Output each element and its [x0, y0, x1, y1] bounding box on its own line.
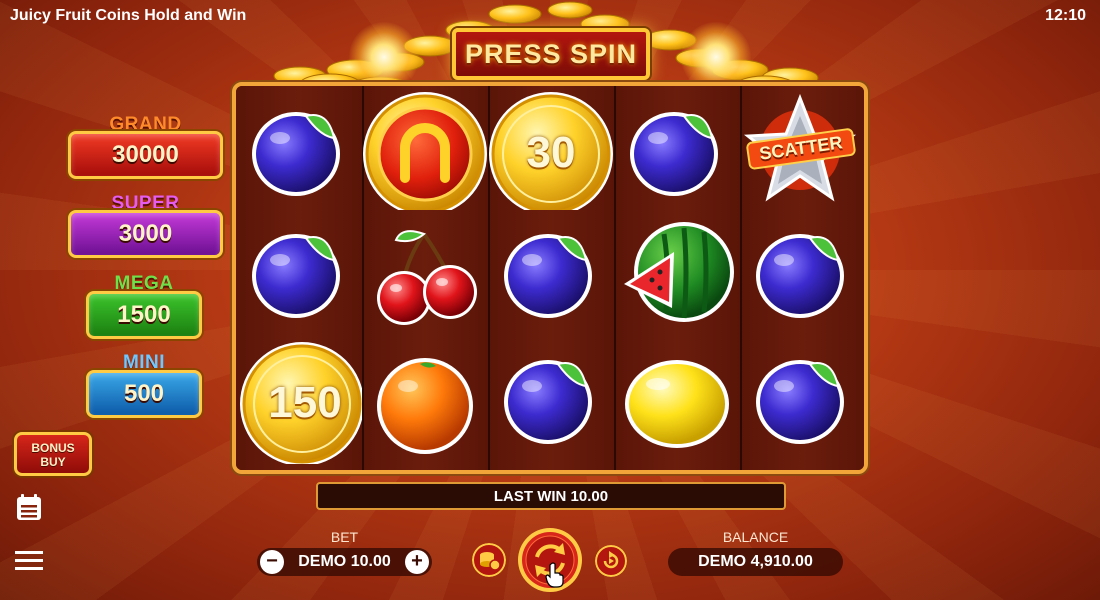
paytable-icon[interactable]	[16, 493, 42, 521]
plum-icon	[504, 234, 592, 318]
game-title: Juicy Fruit Coins Hold and Win	[10, 7, 247, 24]
cherry-icon	[377, 230, 477, 325]
plum-icon	[756, 360, 844, 444]
jackpot-mega-value: 1500	[86, 291, 202, 339]
symbol-plum	[236, 214, 362, 338]
balance-label: BALANCE	[722, 529, 789, 545]
jackpot-grand-value: 30000	[68, 131, 223, 179]
symbol-scatter: SCATTER	[740, 86, 864, 210]
symbol-lemon	[614, 340, 740, 464]
bet-increase-button[interactable]: +	[405, 550, 429, 574]
symbol-cherry	[362, 214, 488, 338]
symbol-plum	[488, 340, 614, 464]
coin-stack-settings-button[interactable]	[472, 543, 506, 577]
orange-icon	[377, 358, 473, 454]
symbol-watermelon	[614, 214, 740, 338]
bet-decrease-button[interactable]: −	[260, 550, 284, 574]
jackpot-mini-value: 500	[86, 370, 202, 418]
reels-frame: 150 30 SCATTER	[232, 82, 868, 474]
symbol-coin: 150	[236, 340, 362, 464]
lemon-icon	[625, 360, 729, 448]
symbol-plum	[614, 86, 740, 210]
plum-icon	[630, 112, 718, 196]
autoplay-button[interactable]	[595, 545, 627, 577]
bonus-buy-button[interactable]: BONUS BUY	[14, 432, 92, 476]
hand-cursor-icon	[545, 562, 564, 588]
plum-icon	[252, 234, 340, 318]
watermelon-icon	[624, 222, 734, 322]
symbol-horseshoe-coin	[362, 86, 488, 210]
symbol-orange	[362, 340, 488, 464]
plum-icon	[504, 360, 592, 444]
coin-value: 30	[526, 128, 576, 177]
bet-value: DEMO 10.00	[298, 553, 391, 570]
symbol-plum	[488, 214, 614, 338]
press-spin-banner: PRESS SPIN	[452, 28, 650, 80]
last-win-display: LAST WIN 10.00	[316, 482, 786, 510]
jackpot-super-value: 3000	[68, 210, 223, 258]
symbol-plum	[740, 340, 864, 464]
plum-icon	[756, 234, 844, 318]
bet-label: BET	[330, 529, 359, 545]
balance-value: DEMO 4,910.00	[698, 553, 813, 570]
symbol-coin: 30	[488, 86, 614, 210]
symbol-plum	[236, 86, 362, 210]
coin-value: 150	[268, 378, 342, 427]
menu-icon[interactable]	[15, 549, 43, 573]
symbol-plum	[740, 214, 864, 338]
clock: 12:10	[1045, 7, 1086, 24]
horseshoe-coin-icon	[363, 92, 487, 210]
plum-icon	[252, 112, 340, 196]
balance-display: DEMO 4,910.00	[668, 548, 843, 576]
